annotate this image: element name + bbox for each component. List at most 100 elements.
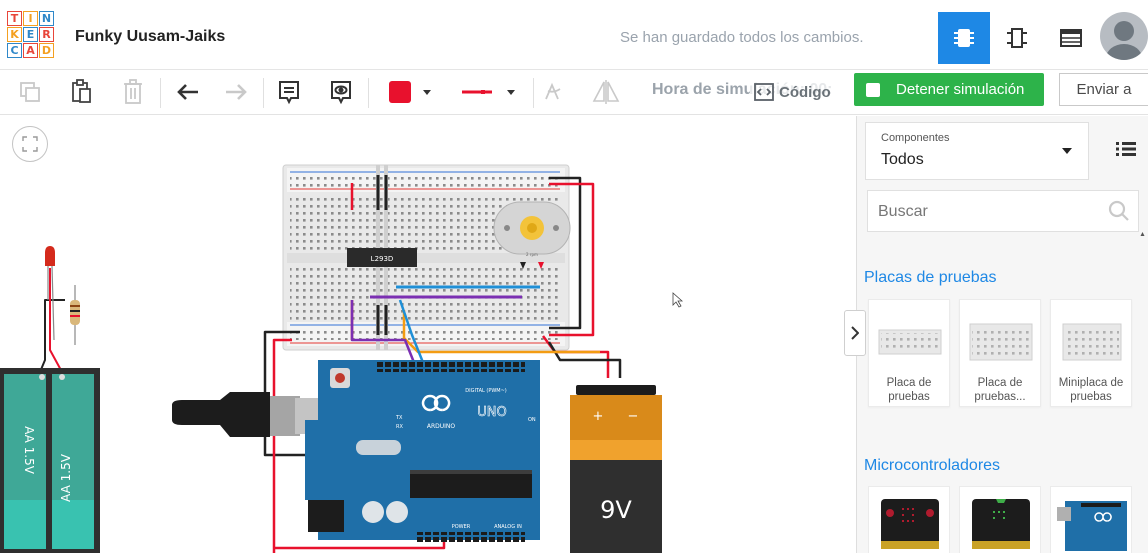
board-brand-label: ARDUINO <box>427 423 456 430</box>
code-button[interactable]: Código <box>750 78 837 106</box>
component-card-label: Placa de pruebas... <box>974 377 1026 403</box>
rotate-button[interactable] <box>538 76 568 108</box>
component-list-icon <box>1060 29 1082 47</box>
battery-voltage-label: 9V <box>600 496 632 524</box>
logo-letter: K <box>7 27 22 42</box>
chevron-down-icon <box>1062 148 1072 154</box>
toolbar-divider <box>533 78 534 108</box>
chevron-right-icon <box>851 326 859 340</box>
editor-toolbar: Hora de simulación: 00: Código Detener s… <box>0 70 1148 115</box>
component-card-microbit[interactable] <box>868 486 950 553</box>
notes-button[interactable] <box>273 76 305 108</box>
schematic-view-button[interactable] <box>991 12 1043 64</box>
fit-view-button[interactable] <box>12 126 48 162</box>
battery-9v[interactable]: + − 9V <box>570 385 662 553</box>
list-view-icon <box>1116 142 1136 156</box>
tinkercad-logo[interactable]: T I N K E R C A D <box>7 11 55 59</box>
toolbar-divider <box>368 78 369 108</box>
rx-led-label: RX <box>396 424 403 430</box>
stop-icon <box>866 82 880 97</box>
arduino-uno-board[interactable]: UNO ARDUINO DIGITAL (PWM~) POWER ANALOG … <box>305 360 540 542</box>
aa-battery-label: AA 1.5V <box>59 453 73 502</box>
eye-note-icon <box>331 81 351 105</box>
panel-collapse-button[interactable] <box>844 310 866 356</box>
resistor[interactable] <box>70 285 80 345</box>
user-icon <box>1106 21 1142 60</box>
copy-icon <box>20 82 40 102</box>
paste-button[interactable] <box>65 76 97 108</box>
breadboard-thumbnail <box>878 329 942 355</box>
redo-button[interactable] <box>220 76 252 108</box>
note-icon <box>279 81 299 105</box>
top-header: T I N K E R C A D Funky Uusam-Jaiks Se h… <box>0 0 1148 70</box>
component-card-arduino-uno[interactable] <box>1050 486 1132 553</box>
undo-button[interactable] <box>172 76 204 108</box>
color-picker[interactable] <box>380 76 440 108</box>
chevron-down-icon <box>506 89 515 95</box>
logo-letter: D <box>39 43 54 58</box>
logo-letter: N <box>39 11 54 26</box>
notes-visibility-button[interactable] <box>325 76 357 108</box>
search-icon[interactable] <box>1108 200 1130 222</box>
workplane-canvas[interactable]: L293D 2 rpm AA 1.5V AA 1.5V UNO ARDUINO … <box>0 116 856 553</box>
board-model-label: UNO <box>477 405 506 420</box>
user-avatar[interactable] <box>1100 12 1148 60</box>
send-to-label: Enviar a <box>1076 81 1132 98</box>
logo-letter: C <box>7 43 22 58</box>
motor-label: 2 rpm <box>526 252 538 257</box>
stop-simulation-button[interactable]: Detener simulación <box>854 73 1044 106</box>
mouse-cursor-icon <box>672 292 684 308</box>
usb-cable[interactable] <box>172 392 323 437</box>
copy-button[interactable] <box>14 76 46 108</box>
component-list-button[interactable] <box>1045 12 1097 64</box>
breadboard-thumbnail <box>1062 323 1122 361</box>
arduino-uno-thumbnail <box>1057 501 1127 551</box>
component-card-breadboard-large[interactable]: Placa de pruebas... <box>959 299 1041 407</box>
chevron-down-icon <box>423 89 431 95</box>
send-to-button[interactable]: Enviar a <box>1059 73 1148 106</box>
breadboard[interactable] <box>282 164 570 351</box>
component-card-breadboard[interactable]: Placa de pruebas <box>868 299 950 407</box>
battery-minus-label: − <box>628 409 639 424</box>
power-pins-label: POWER <box>452 524 471 530</box>
circuit-view-icon <box>954 29 974 47</box>
aa-battery-pack[interactable]: AA 1.5V AA 1.5V <box>0 368 100 553</box>
trash-icon <box>124 79 142 104</box>
circuit-scene: L293D 2 rpm AA 1.5V AA 1.5V UNO ARDUINO … <box>0 164 684 553</box>
search-input[interactable] <box>878 201 1098 223</box>
search-box[interactable] <box>867 190 1139 232</box>
logo-letter: T <box>7 11 22 26</box>
color-swatch <box>389 81 411 103</box>
components-dropdown-value: Todos <box>881 151 924 168</box>
digital-pins-label: DIGITAL (PWM~) <box>465 388 507 394</box>
logo-letter: A <box>23 43 38 58</box>
aa-battery-label: AA 1.5V <box>22 426 36 475</box>
wire-style-icon <box>461 90 492 94</box>
components-panel: Componentes Todos Placas de pruebas Plac… <box>856 116 1148 553</box>
l293d-chip[interactable]: L293D <box>347 248 417 267</box>
list-view-button[interactable] <box>1113 136 1139 162</box>
chip-label: L293D <box>371 255 394 263</box>
code-label: Código <box>779 83 831 101</box>
toolbar-divider <box>263 78 264 108</box>
component-card-label: Placa de pruebas <box>886 377 932 403</box>
logo-letter: R <box>39 27 54 42</box>
delete-button[interactable] <box>117 76 149 108</box>
microbit-v2-thumbnail <box>972 499 1030 549</box>
component-card-microbit-v2[interactable] <box>959 486 1041 553</box>
stop-simulation-label: Detener simulación <box>896 81 1025 98</box>
section-title-microcontrollers: Microcontroladores <box>864 457 1001 474</box>
flip-icon <box>592 80 620 104</box>
wire-type-picker[interactable] <box>450 76 525 108</box>
fit-view-icon <box>22 136 38 152</box>
flip-button[interactable] <box>588 76 624 108</box>
undo-arrow-icon <box>177 84 198 100</box>
project-name[interactable]: Funky Uusam-Jaiks <box>75 28 225 46</box>
circuit-view-button[interactable] <box>938 12 990 64</box>
panel-scrollbar[interactable] <box>1140 226 1145 526</box>
component-card-mini-breadboard[interactable]: Miniplaca de pruebas <box>1050 299 1132 407</box>
save-status: Se han guardado todos los cambios. <box>620 29 864 46</box>
components-dropdown[interactable]: Componentes Todos <box>865 122 1089 180</box>
component-card-label: Miniplaca de pruebas <box>1058 377 1124 403</box>
code-icon <box>754 83 774 101</box>
